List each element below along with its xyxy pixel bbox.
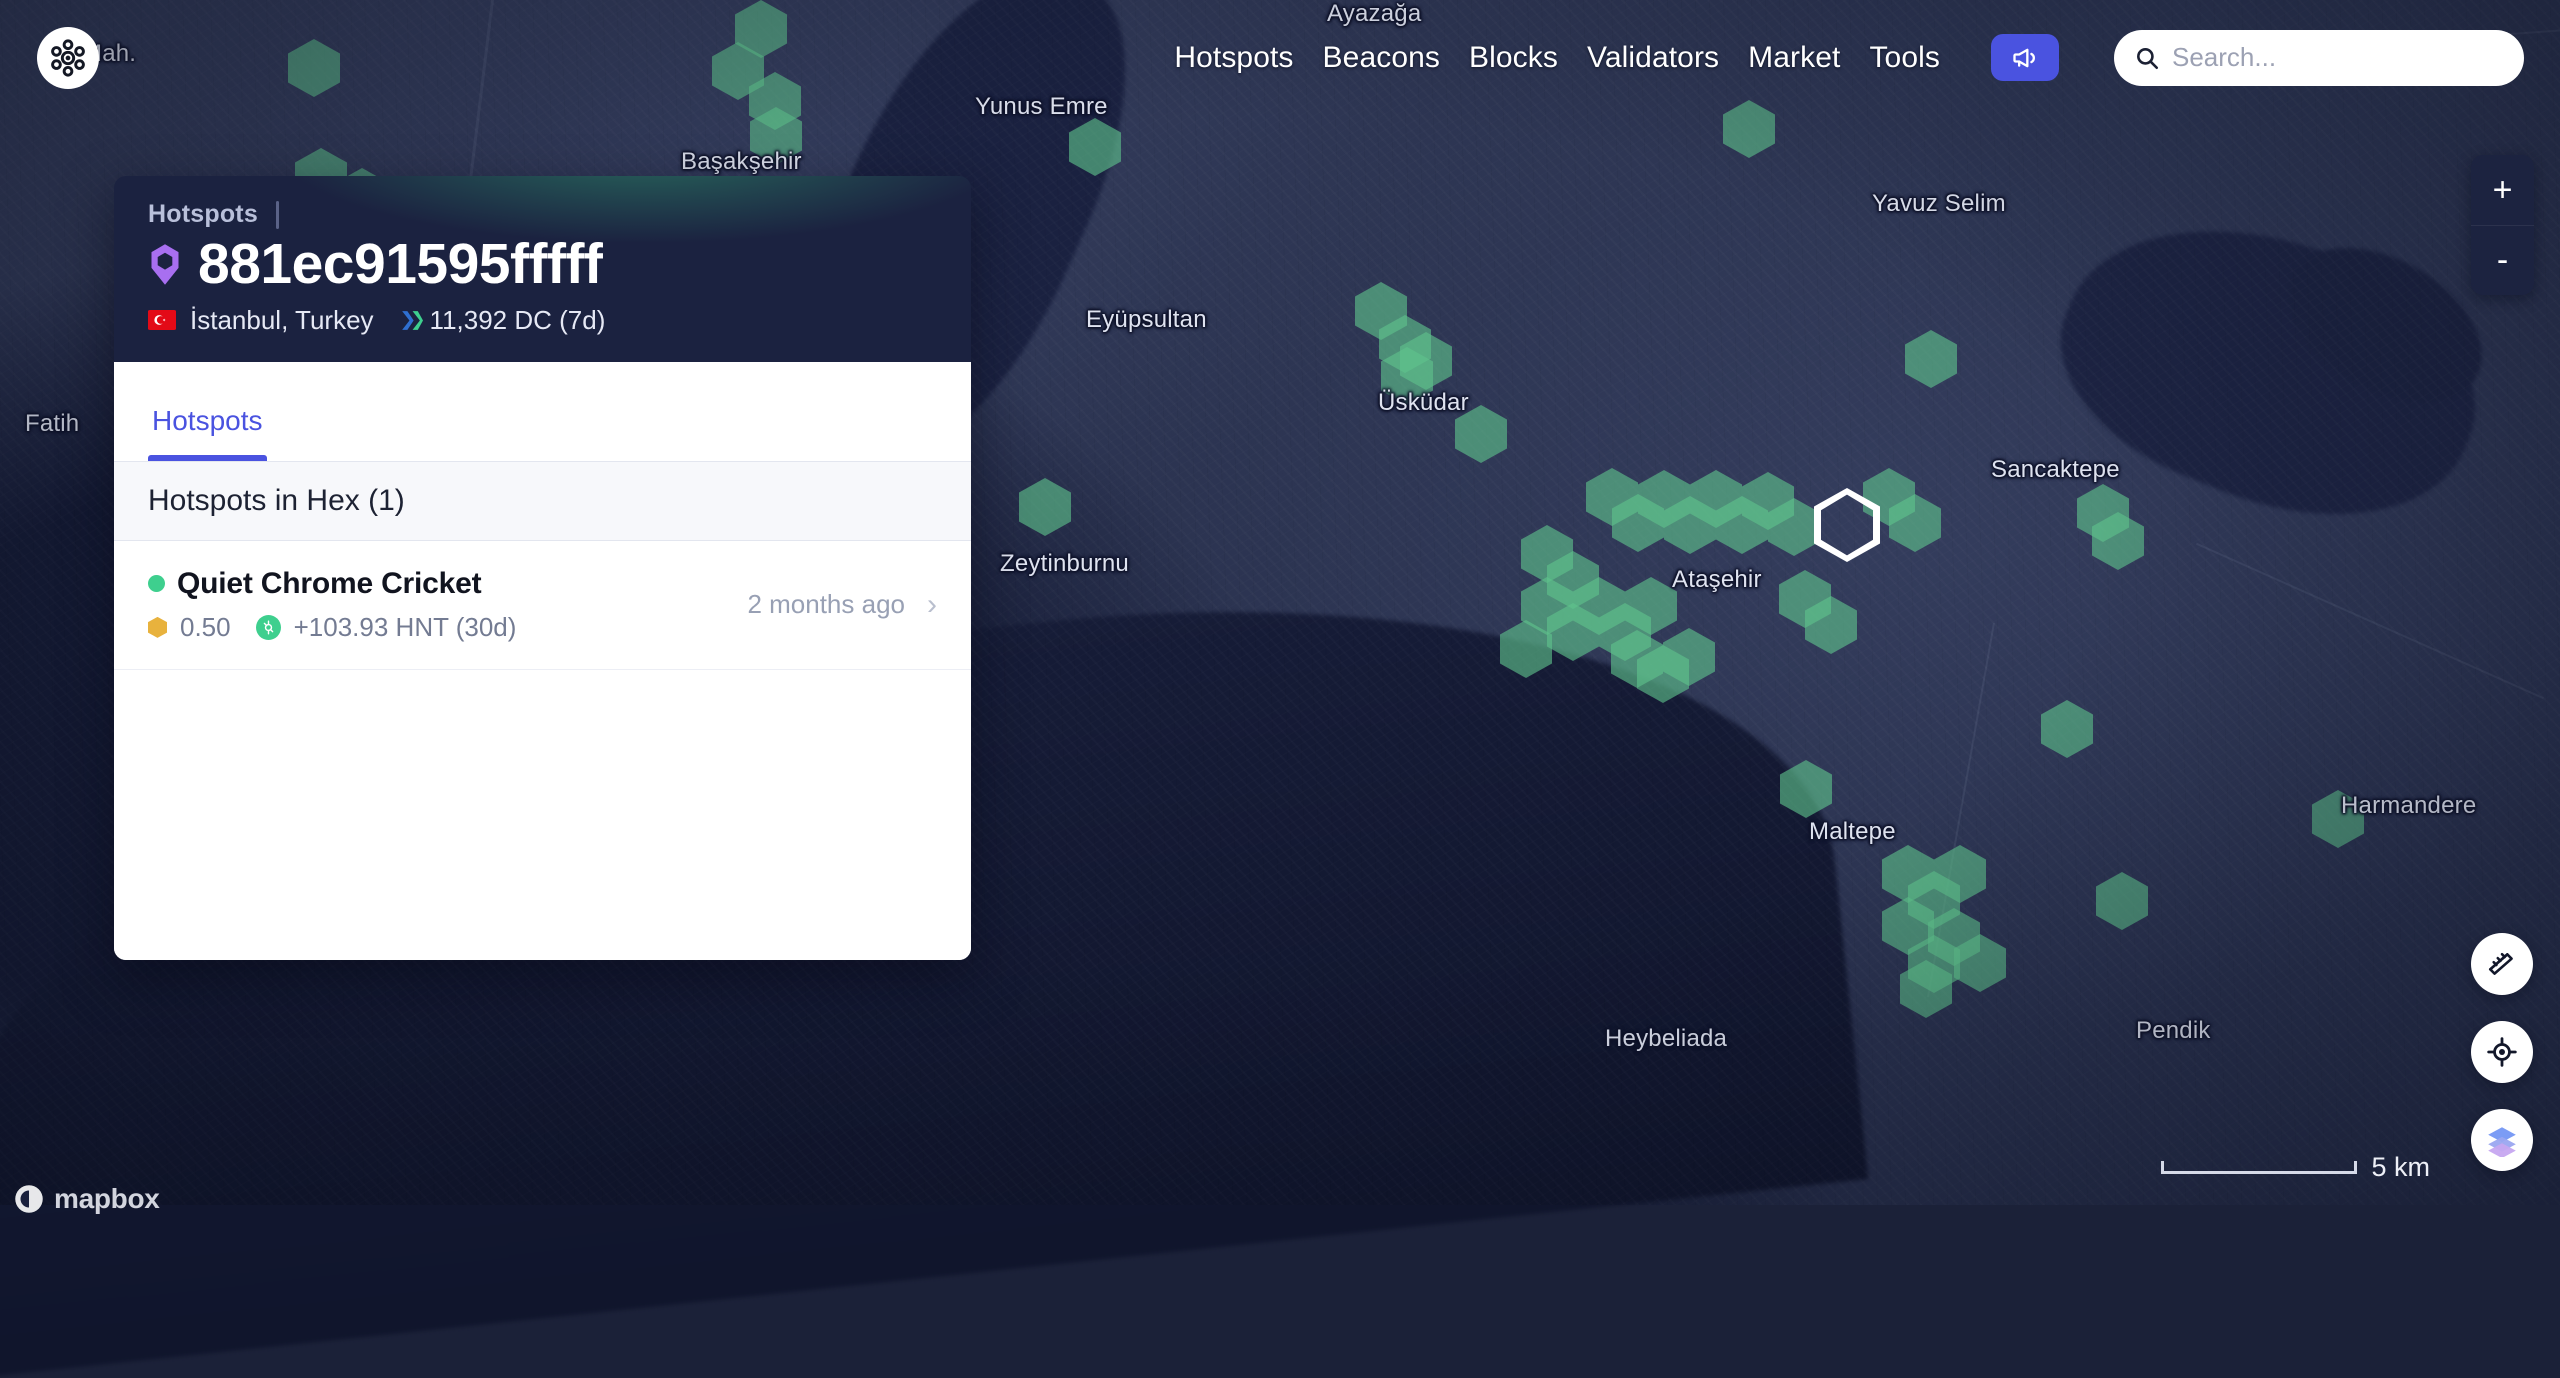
mapbox-logo-icon [14,1184,44,1214]
data-credits-group: 11,392 DC (7d) [398,305,606,336]
top-navigation-bar: Hotspots Beacons Blocks Validators Marke… [0,0,2560,115]
map-place-label: Zeytinburnu [1000,550,1129,578]
nav-validators[interactable]: Validators [1587,41,1719,75]
measure-button[interactable] [2471,933,2533,995]
mapbox-attribution-text: mapbox [54,1183,160,1215]
turkey-flag-icon [148,310,176,330]
breadcrumb-label[interactable]: Hotspots [148,200,258,229]
breadcrumb-divider [276,201,279,229]
data-credits-text: 11,392 DC (7d) [430,305,606,336]
scale-bar-label: 5 km [2371,1152,2430,1183]
map-place-label: Yavuz Selim [1872,190,2006,218]
nav-links: Hotspots Beacons Blocks Validators Marke… [1174,30,2524,86]
search-bar[interactable] [2114,30,2524,86]
scale-bar-line [2161,1161,2357,1174]
panel-location: İstanbul, Turkey [190,305,374,336]
ruler-measure-icon [2486,948,2518,980]
hotspot-last-activity: 2 months ago [747,589,905,620]
hotspot-hex[interactable] [2312,790,2364,848]
hotspot-hex[interactable] [2096,872,2148,930]
hotspot-reward-value: +103.93 HNT (30d) [294,612,517,643]
search-icon [2134,45,2160,71]
zoom-out-button[interactable]: - [2471,226,2534,296]
nav-hotspots[interactable]: Hotspots [1174,41,1293,75]
hotspot-list-item[interactable]: Quiet Chrome Cricket 0.50 +103.93 HNT (3… [114,541,971,670]
nav-beacons[interactable]: Beacons [1323,41,1440,75]
layers-button[interactable] [2471,1109,2533,1171]
layers-icon [2485,1123,2519,1157]
hotspot-name-line: Quiet Chrome Cricket [148,567,747,601]
panel-body: Hotspots Hotspots in Hex (1) Quiet Chrom… [114,362,971,960]
nav-tools[interactable]: Tools [1869,41,1940,75]
map-place-label: Fatih [25,410,79,438]
chevron-right-icon[interactable]: › [927,590,937,620]
data-credits-icon [398,308,423,333]
nav-blocks[interactable]: Blocks [1469,41,1558,75]
helium-logo-icon[interactable] [37,27,99,89]
hotspot-name: Quiet Chrome Cricket [177,567,481,601]
hotspot-info: Quiet Chrome Cricket 0.50 +103.93 HNT (3… [148,567,747,643]
zoom-in-button[interactable]: + [2471,155,2534,226]
mapbox-attribution[interactable]: mapbox [14,1183,160,1215]
tab-hotspots[interactable]: Hotspots [148,405,267,461]
search-input[interactable] [2172,42,2504,73]
panel-tabs: Hotspots [114,362,971,462]
hotspot-hex[interactable] [1905,330,1957,388]
status-dot-online-icon [148,575,165,592]
hex-pin-icon [148,242,182,287]
hotspot-hex[interactable] [1455,405,1507,463]
map-place-label: Eyüpsultan [1086,306,1207,334]
page-title: 881ec91595fffff [198,235,602,295]
panel-header: Hotspots 881ec91595fffff İsta [114,176,971,362]
map-place-label: Ataşehir [1672,566,1762,594]
section-header-hotspots-in-hex: Hotspots in Hex (1) [114,462,971,541]
map-place-label: Sancaktepe [1991,456,2120,484]
megaphone-icon[interactable] [1991,34,2059,81]
hotspot-scale-value: 0.50 [180,612,231,643]
map-scale-bar: 5 km [2161,1152,2430,1183]
nav-market[interactable]: Market [1748,41,1840,75]
hotspot-stats: 0.50 +103.93 HNT (30d) [148,612,747,643]
locate-button[interactable] [2471,1021,2533,1083]
locate-crosshair-icon [2486,1036,2518,1068]
panel-meta: İstanbul, Turkey 11,392 DC (7d) [148,305,937,336]
map-place-label: Pendik [2136,1017,2211,1045]
map-zoom-controls: + - [2471,155,2534,295]
hex-scale-icon [148,617,167,638]
hotspot-row-right: 2 months ago › [747,589,937,620]
hex-info-panel: Hotspots 881ec91595fffff İsta [114,176,971,960]
hotspot-hex[interactable] [1019,478,1071,536]
map-action-buttons [2471,933,2533,1171]
panel-empty-space [114,670,971,960]
hnt-icon [256,615,281,640]
road-line [2196,543,2544,699]
panel-title-row: 881ec91595fffff [148,235,937,295]
hotspot-hex[interactable] [2041,700,2093,758]
breadcrumb: Hotspots [148,200,937,229]
